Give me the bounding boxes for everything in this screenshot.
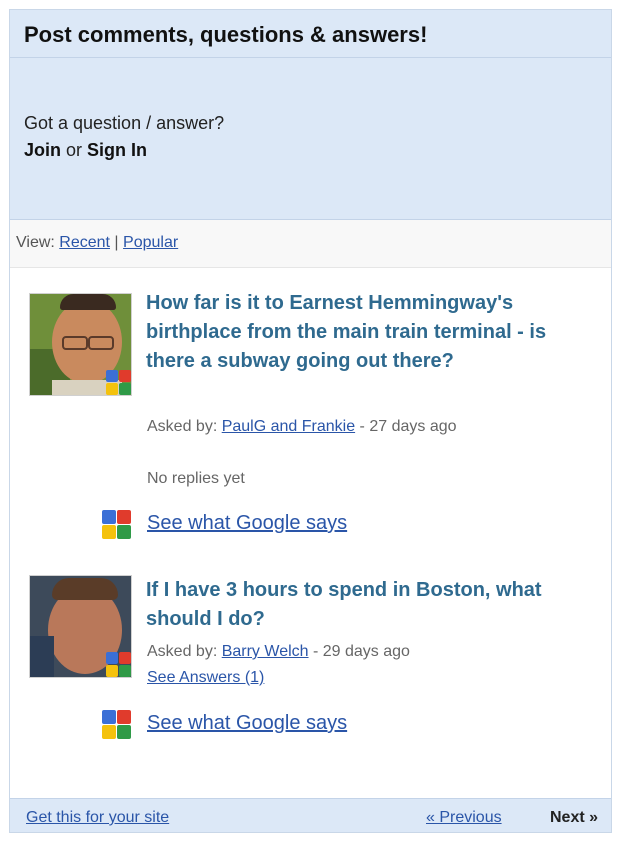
asked-by-line: Asked by: Barry Welch - 29 days ago [147,641,567,663]
avatar[interactable] [29,293,132,396]
asked-by-line: Asked by: PaulG and Frankie - 27 days ag… [147,416,547,438]
next-link[interactable]: Next » [550,809,598,827]
see-answers-link[interactable]: See Answers (1) [147,669,264,686]
qa-widget: Post comments, questions & answers! Got … [9,9,612,833]
get-this-link[interactable]: Get this for your site [26,809,169,827]
view-separator: | [109,234,124,251]
view-recent-link[interactable]: Recent [59,234,110,251]
asked-by-label: Asked by: [147,643,222,660]
or-text: or [61,140,88,160]
author-link[interactable]: Barry Welch [222,643,309,660]
question-title[interactable]: If I have 3 hours to spend in Boston, wh… [146,576,566,634]
question-age: - 29 days ago [308,643,410,660]
reply-status: No replies yet [147,470,245,487]
google-badge-icon [106,370,131,395]
google-badge-icon [106,652,131,677]
sign-in-link[interactable]: Sign In [87,140,147,160]
see-google-link[interactable]: See what Google says [147,712,347,735]
asked-by-label: Asked by: [147,418,222,435]
previous-link[interactable]: « Previous [426,809,502,827]
google-badge-icon [102,710,132,740]
question-prompt: Got a question / answer? [24,113,225,133]
see-google-link[interactable]: See what Google says [147,512,347,535]
view-popular-link[interactable]: Popular [123,234,178,251]
author-link[interactable]: PaulG and Frankie [222,418,355,435]
join-link[interactable]: Join [24,140,61,160]
question-age: - 27 days ago [355,418,457,435]
answers-row: See Answers (1) [147,667,264,689]
auth-line: Join or Sign In [24,140,147,161]
widget-footer: Get this for your site « Previous Next » [10,798,611,832]
view-bar: View: Recent | Popular [10,220,611,268]
widget-title: Post comments, questions & answers! [24,22,428,47]
google-badge-icon [102,510,132,540]
question-title[interactable]: How far is it to Earnest Hemmingway's bi… [146,289,566,376]
avatar[interactable] [29,575,132,678]
join-panel: Got a question / answer? Join or Sign In [10,58,611,220]
view-label: View: [16,234,60,251]
widget-header: Post comments, questions & answers! [10,10,611,58]
